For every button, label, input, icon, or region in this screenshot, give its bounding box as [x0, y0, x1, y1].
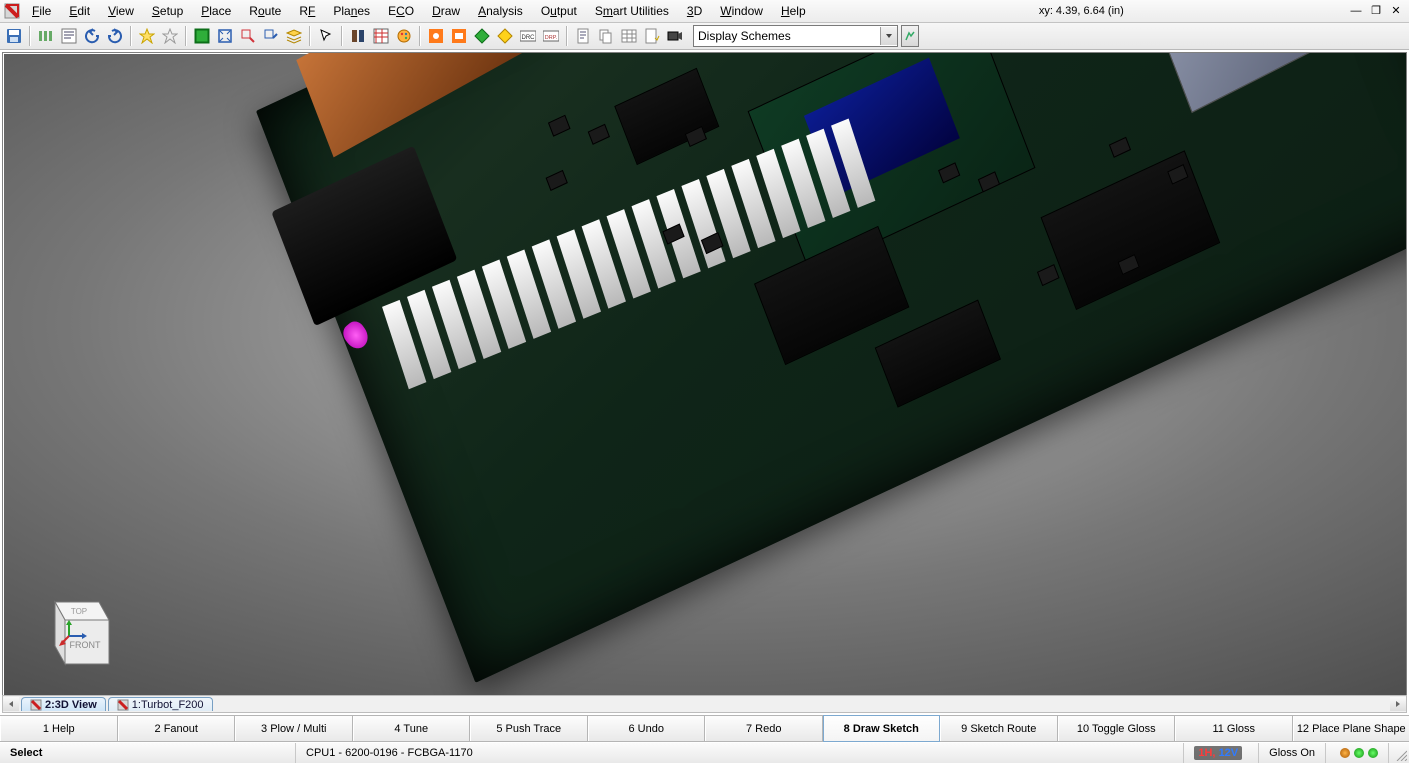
menu-file[interactable]: File: [24, 2, 59, 20]
highlight-icon[interactable]: [136, 25, 158, 47]
scroll-left-icon[interactable]: [3, 697, 19, 711]
tab-icon: [30, 699, 42, 711]
display-scheme-input[interactable]: [694, 27, 880, 45]
window-controls: — ❐ ✕: [1349, 4, 1405, 18]
led-green-icon: [1368, 748, 1378, 758]
led-orange-icon: [1340, 748, 1350, 758]
fn-5-push-trace[interactable]: 5 Push Trace: [470, 716, 588, 741]
scroll-right-icon[interactable]: [1390, 697, 1406, 711]
view-cube[interactable]: TOP FRONT: [31, 594, 115, 672]
menu-rf[interactable]: RF: [291, 2, 323, 20]
hatching-icon[interactable]: [370, 25, 392, 47]
properties-icon[interactable]: [58, 25, 80, 47]
fn-1-help[interactable]: 1 Help: [0, 716, 118, 741]
menu-window[interactable]: Window: [712, 2, 771, 20]
scheme-picker-button[interactable]: [901, 25, 919, 47]
select-icon[interactable]: [315, 25, 337, 47]
orange-tool1-icon[interactable]: [425, 25, 447, 47]
resize-grip-icon[interactable]: [1389, 743, 1409, 763]
close-button[interactable]: ✕: [1389, 4, 1403, 18]
zoom-board-icon[interactable]: [191, 25, 213, 47]
yellow-diamond-icon[interactable]: [494, 25, 516, 47]
zoom-extents-icon[interactable]: [214, 25, 236, 47]
table-icon[interactable]: [618, 25, 640, 47]
status-layer[interactable]: 1H, 12V: [1184, 743, 1259, 763]
svg-text:DRC: DRC: [522, 35, 536, 41]
menu-place[interactable]: Place: [193, 2, 239, 20]
tab-label: 1:Turbot_F200: [132, 699, 204, 711]
dropdown-toggle-icon[interactable]: [880, 27, 897, 45]
status-component: CPU1 - 6200-0196 - FCBGA-1170: [296, 743, 1184, 763]
green-diamond-icon[interactable]: [471, 25, 493, 47]
menu-analysis[interactable]: Analysis: [470, 2, 531, 20]
function-key-bar: 1 Help2 Fanout3 Plow / Multi4 Tune5 Push…: [0, 715, 1409, 742]
status-mode: Select: [0, 743, 296, 763]
status-gloss[interactable]: Gloss On: [1259, 743, 1326, 763]
drp-icon[interactable]: DRP.: [540, 25, 562, 47]
distribute-icon[interactable]: [35, 25, 57, 47]
cam-icon[interactable]: [664, 25, 686, 47]
report-doc-icon[interactable]: [572, 25, 594, 47]
report-star-icon[interactable]: [641, 25, 663, 47]
view-tab-scrollbar: 2:3D View 1:Turbot_F200: [2, 695, 1407, 713]
app-icon: [4, 3, 20, 19]
menu-edit[interactable]: Edit: [61, 2, 98, 20]
zoom-out-icon[interactable]: [260, 25, 282, 47]
fn-9-sketch-route[interactable]: 9 Sketch Route: [940, 716, 1058, 741]
fn-10-toggle-gloss[interactable]: 10 Toggle Gloss: [1058, 716, 1176, 741]
led-green-icon: [1354, 748, 1364, 758]
orange-tool2-icon[interactable]: [448, 25, 470, 47]
coordinate-readout: xy: 4.39, 6.64 (in): [1029, 5, 1134, 17]
status-leds: [1326, 743, 1389, 763]
menu-output[interactable]: Output: [533, 2, 585, 20]
layers-icon[interactable]: [283, 25, 305, 47]
status-bar: Select CPU1 - 6200-0196 - FCBGA-1170 1H,…: [0, 742, 1409, 763]
fn-7-redo[interactable]: 7 Redo: [705, 716, 823, 741]
viewport-area: TOP FRONT 2:3D View 1:Turbot_F200: [0, 50, 1409, 715]
fn-4-tune[interactable]: 4 Tune: [353, 716, 471, 741]
tab-3d-view[interactable]: 2:3D View: [21, 697, 106, 711]
menu-setup[interactable]: Setup: [144, 2, 191, 20]
drc-icon[interactable]: DRC: [517, 25, 539, 47]
fn-3-plow-/-multi[interactable]: 3 Plow / Multi: [235, 716, 353, 741]
display-scheme-dropdown[interactable]: [693, 25, 898, 47]
redo-icon[interactable]: [104, 25, 126, 47]
tab-label: 2:3D View: [45, 699, 97, 711]
copy-doc-icon[interactable]: [595, 25, 617, 47]
3d-viewport[interactable]: TOP FRONT: [2, 52, 1407, 697]
menu-help[interactable]: Help: [773, 2, 814, 20]
fn-11-gloss[interactable]: 11 Gloss: [1175, 716, 1293, 741]
restore-button[interactable]: ❐: [1369, 4, 1383, 18]
palette-icon[interactable]: [393, 25, 415, 47]
unhighlight-icon[interactable]: [159, 25, 181, 47]
minimize-button[interactable]: —: [1349, 4, 1363, 18]
toolbar: DRC DRP.: [0, 23, 1409, 50]
viewcube-top-label: TOP: [71, 607, 87, 616]
menu-eco[interactable]: ECO: [380, 2, 422, 20]
menu-smart[interactable]: Smart Utilities: [587, 2, 677, 20]
save-icon[interactable]: [3, 25, 25, 47]
tab-turbot[interactable]: 1:Turbot_F200: [108, 697, 213, 711]
display-control-icon[interactable]: [347, 25, 369, 47]
pcb-board-render: [256, 52, 1407, 683]
fn-2-fanout[interactable]: 2 Fanout: [118, 716, 236, 741]
viewcube-front-label: FRONT: [70, 640, 101, 650]
fn-6-undo[interactable]: 6 Undo: [588, 716, 706, 741]
menu-planes[interactable]: Planes: [325, 2, 378, 20]
menu-draw[interactable]: Draw: [424, 2, 468, 20]
zoom-in-icon[interactable]: [237, 25, 259, 47]
menu-route[interactable]: Route: [241, 2, 289, 20]
menu-3d[interactable]: 3D: [679, 2, 710, 20]
svg-text:DRP.: DRP.: [545, 35, 558, 41]
tab-icon: [117, 699, 129, 711]
undo-icon[interactable]: [81, 25, 103, 47]
menubar: File Edit View Setup Place Route RF Plan…: [0, 0, 1409, 23]
fn-12-place-plane-shape[interactable]: 12 Place Plane Shape: [1293, 716, 1409, 741]
layer-chip: 1H, 12V: [1194, 746, 1242, 760]
fn-8-draw-sketch[interactable]: 8 Draw Sketch: [823, 715, 941, 742]
menu-view[interactable]: View: [100, 2, 142, 20]
